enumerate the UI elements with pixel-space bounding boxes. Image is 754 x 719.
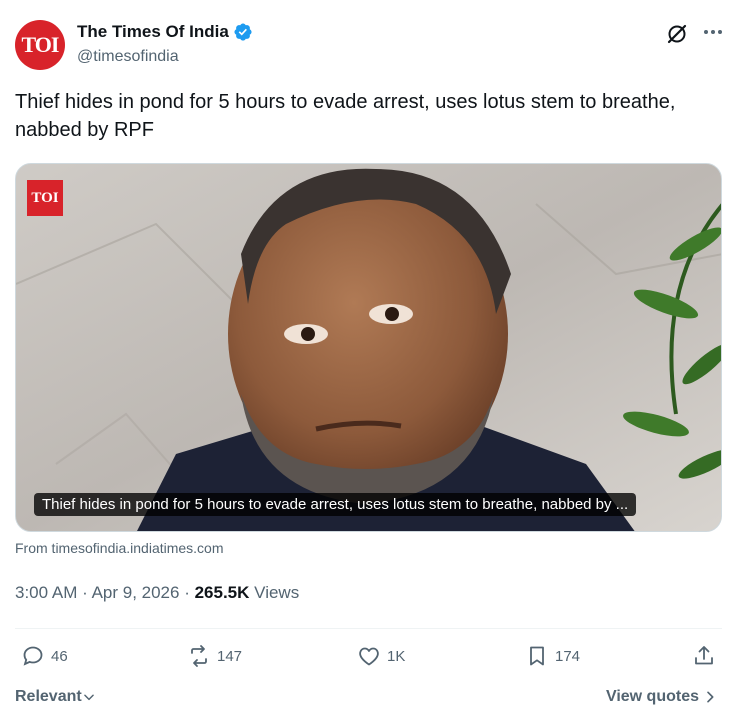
tweet-time[interactable]: 3:00 AM — [15, 583, 77, 602]
more-options-icon[interactable] — [701, 20, 725, 44]
repost-count: 147 — [217, 647, 243, 665]
sort-replies-dropdown[interactable]: Relevant — [15, 688, 96, 706]
bookmark-icon — [530, 646, 544, 666]
avatar[interactable]: TOI — [15, 20, 65, 70]
reply-count: 46 — [51, 647, 68, 665]
chevron-down-icon — [83, 694, 94, 701]
views-label: Views — [254, 583, 300, 602]
reply-icon — [23, 646, 43, 666]
tweet-media[interactable]: TOI Thief hides in pond for 5 hours to e… — [15, 163, 722, 532]
meta-separator: · — [82, 583, 92, 602]
views-count: 265.5K — [194, 583, 250, 602]
bookmark-count: 174 — [555, 647, 581, 665]
tweet-date[interactable]: Apr 9, 2026 — [92, 583, 180, 602]
link-source[interactable]: From timesofindia.indiatimes.com — [15, 540, 224, 556]
toi-logo-badge: TOI — [27, 180, 63, 216]
action-bar: 46 147 1K 174 — [15, 644, 720, 674]
sort-label: Relevant — [15, 688, 82, 705]
view-quotes-link[interactable]: View quotes — [606, 688, 718, 706]
account-handle[interactable]: @timesofindia — [77, 48, 179, 66]
tweet-header: TOI The Times Of India @timesofindia — [15, 18, 739, 74]
like-button[interactable]: 1K — [357, 644, 405, 668]
verified-badge-icon — [234, 23, 252, 41]
tweet-meta: 3:00 AM · Apr 9, 2026 · 265.5K Views — [15, 583, 299, 603]
repost-icon — [191, 645, 207, 667]
name-row: The Times Of India — [77, 22, 253, 42]
account-name[interactable]: The Times Of India — [77, 22, 229, 42]
reply-button[interactable]: 46 — [21, 644, 68, 668]
like-count: 1K — [387, 647, 406, 665]
chevron-right-icon — [707, 691, 714, 703]
view-quotes-label: View quotes — [605, 688, 699, 705]
divider — [15, 628, 722, 629]
media-caption: Thief hides in pond for 5 hours to evade… — [34, 493, 637, 516]
news-photo — [16, 164, 721, 531]
share-icon — [695, 646, 713, 665]
grok-icon[interactable] — [665, 22, 689, 46]
heart-icon — [359, 647, 379, 666]
meta-separator: · — [184, 583, 195, 602]
tweet-text: Thief hides in pond for 5 hours to evade… — [15, 91, 676, 141]
share-button[interactable] — [692, 644, 716, 673]
bookmark-button[interactable]: 174 — [525, 644, 580, 668]
repost-button[interactable]: 147 — [187, 644, 242, 668]
